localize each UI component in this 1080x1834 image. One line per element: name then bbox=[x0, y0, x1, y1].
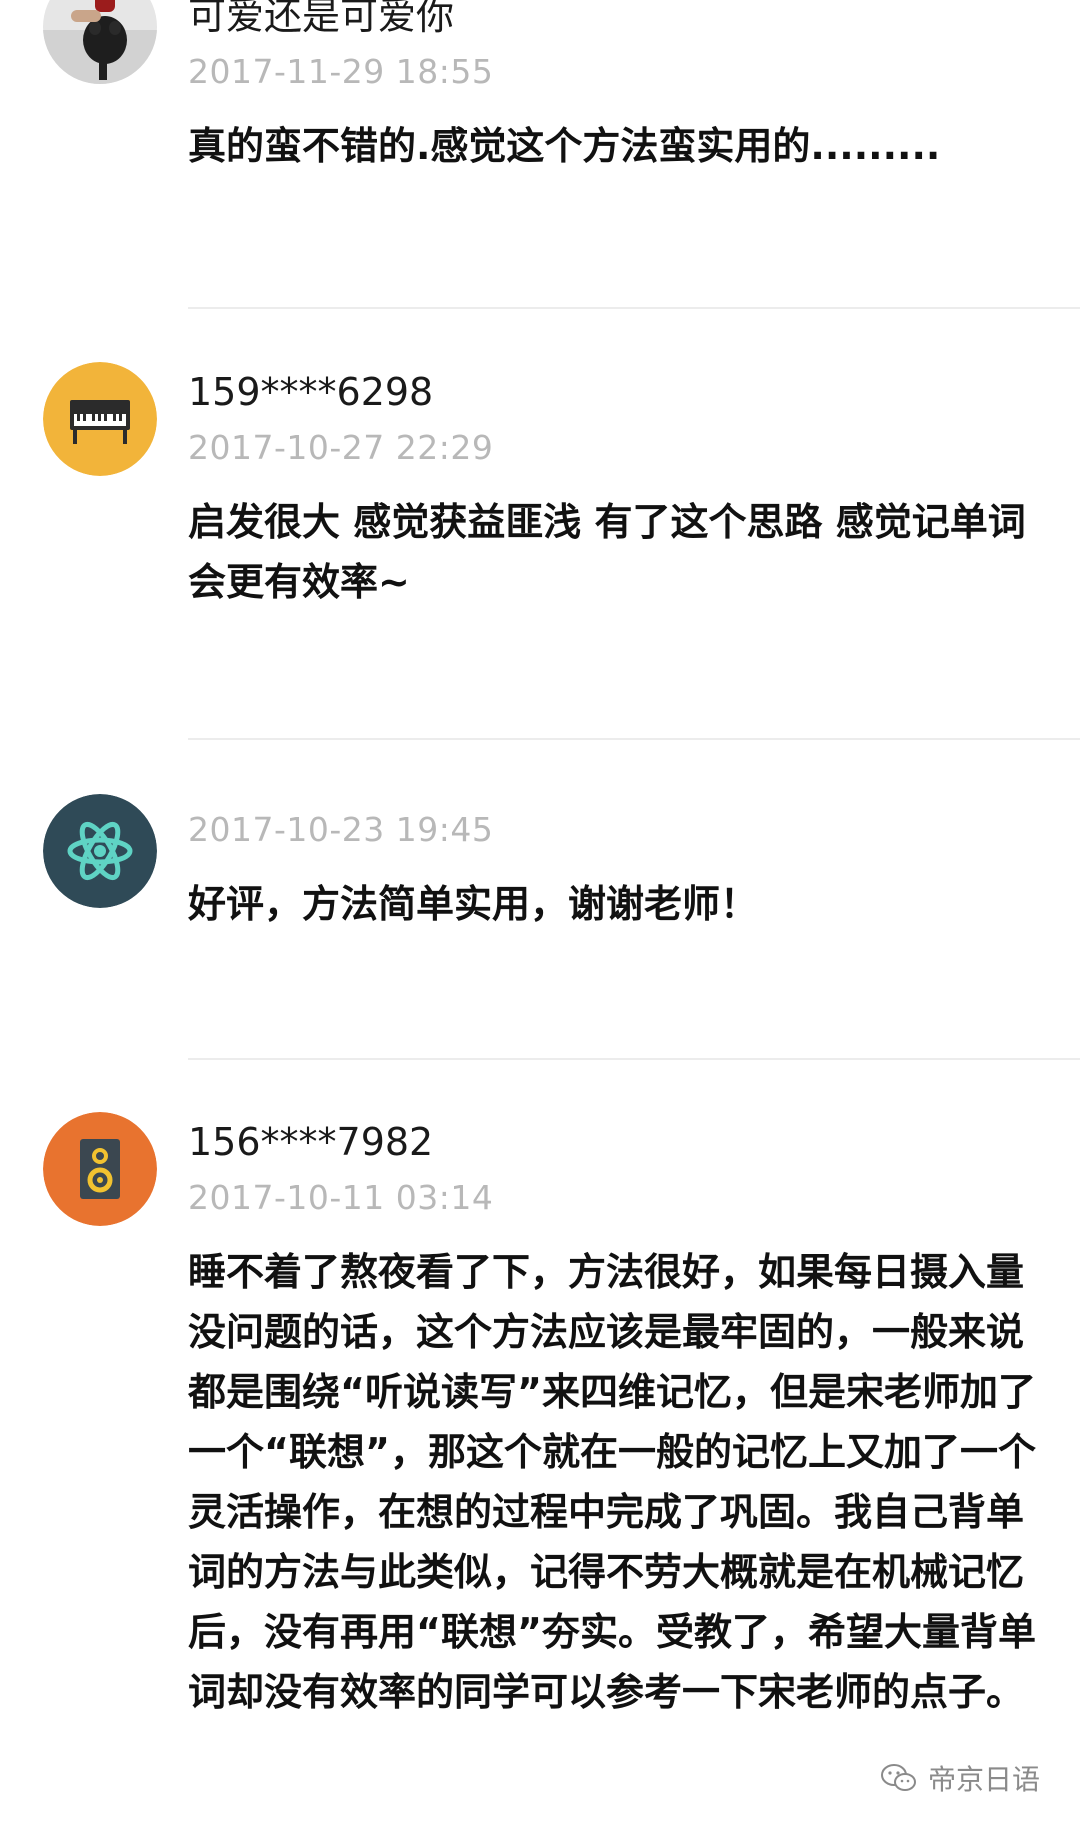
comment-timestamp: 2017-10-23 19:45 bbox=[188, 810, 494, 849]
comment-timestamp: 2017-10-11 03:14 bbox=[188, 1178, 494, 1217]
comment-username[interactable]: 可爱还是可爱你 bbox=[188, 0, 1040, 38]
comment-content: 好评，方法简单实用，谢谢老师！ bbox=[188, 882, 759, 926]
comment-content: 睡不着了熬夜看了下，方法很好，如果每日摄入量没问题的话，这个方法应该是最牢固的，… bbox=[188, 1250, 1036, 1714]
wechat-icon bbox=[880, 1764, 916, 1791]
comment-content: 启发很大 感觉获益匪浅 有了这个思路 感觉记单词会更有效率~ bbox=[188, 500, 1026, 604]
avatar[interactable] bbox=[43, 362, 157, 476]
comment-divider bbox=[188, 738, 1080, 740]
comment-timestamp: 2017-11-29 18:55 bbox=[188, 52, 494, 91]
watermark: 帝京日语 bbox=[880, 1758, 1040, 1798]
avatar[interactable] bbox=[43, 794, 157, 908]
atom-icon bbox=[43, 794, 157, 908]
comment-content: 真的蛮不错的.感觉这个方法蛮实用的......... bbox=[188, 124, 941, 168]
piano-icon bbox=[43, 362, 157, 476]
comment-list: 可爱还是可爱你 2017-11-29 18:55 真的蛮不错的.感觉这个方法蛮实… bbox=[0, 0, 1080, 1834]
comment-body: 2017-10-23 19:45 好评，方法简单实用，谢谢老师！ bbox=[188, 810, 1040, 934]
speaker-icon bbox=[43, 1112, 157, 1226]
comment-username[interactable]: 156****7982 bbox=[188, 1120, 1040, 1164]
watermark-text: 帝京日语 bbox=[927, 1763, 1040, 1796]
photo-avatar-icon bbox=[43, 0, 157, 84]
comment-body: 156****7982 2017-10-11 03:14 睡不着了熬夜看了下，方… bbox=[188, 1120, 1040, 1722]
comment-divider bbox=[188, 1058, 1080, 1060]
comment-username[interactable]: 159****6298 bbox=[188, 370, 1040, 414]
comment-body: 159****6298 2017-10-27 22:29 启发很大 感觉获益匪浅… bbox=[188, 370, 1040, 612]
avatar[interactable] bbox=[43, 0, 157, 84]
avatar[interactable] bbox=[43, 1112, 157, 1226]
comment-timestamp: 2017-10-27 22:29 bbox=[188, 428, 494, 467]
comment-divider bbox=[188, 307, 1080, 309]
comment-body: 可爱还是可爱你 2017-11-29 18:55 真的蛮不错的.感觉这个方法蛮实… bbox=[188, 0, 1040, 176]
